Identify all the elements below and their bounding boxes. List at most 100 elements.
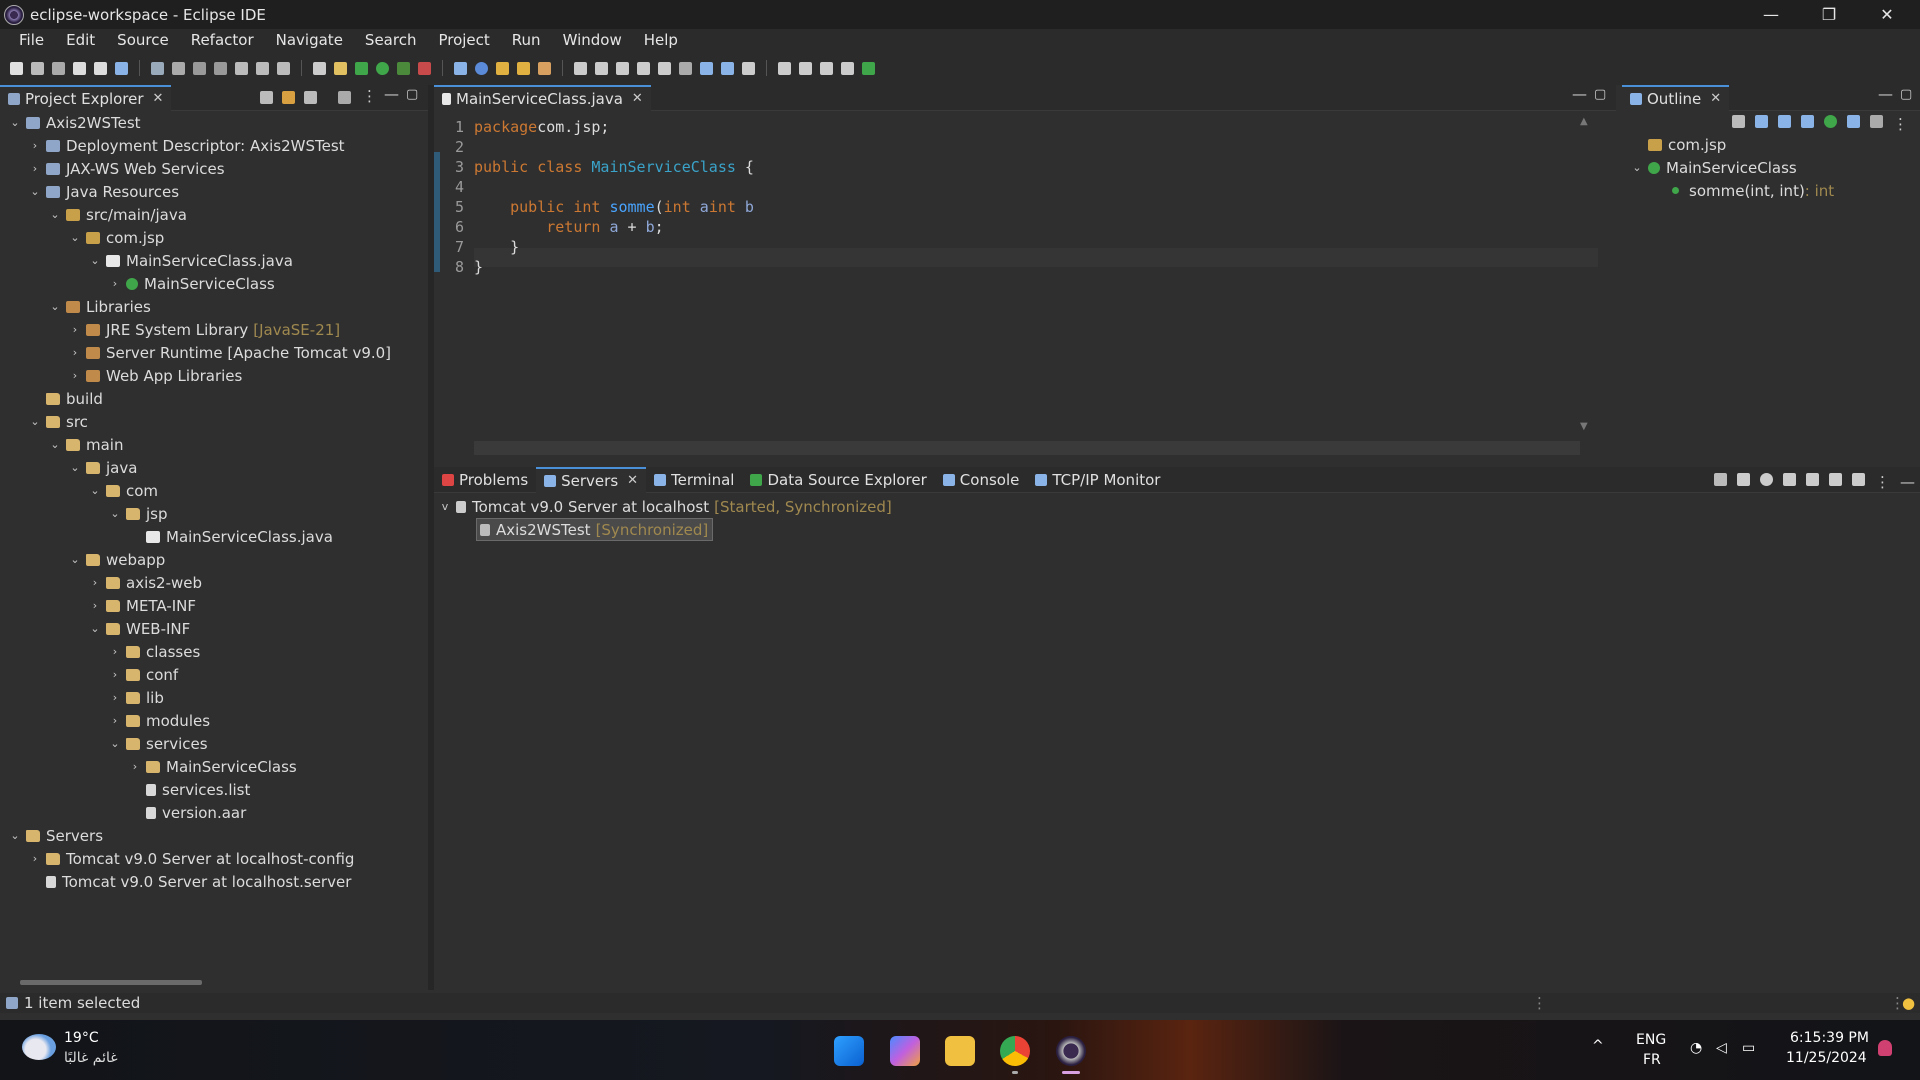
perspective-icon[interactable]	[862, 61, 875, 75]
chevron-right-icon[interactable]: ›	[108, 714, 122, 727]
tree-item[interactable]: build	[28, 387, 103, 410]
tree-item[interactable]: › conf	[108, 663, 178, 686]
tab-servers[interactable]: Servers ✕	[536, 466, 647, 493]
hide-fields-icon[interactable]	[1778, 115, 1791, 128]
step-over-icon[interactable]	[256, 61, 269, 75]
pin-icon[interactable]	[778, 61, 791, 75]
tree-item[interactable]: ⌄ Java Resources	[28, 180, 179, 203]
scroll-down-icon[interactable]: ▼	[1580, 421, 1590, 432]
tree-item[interactable]: ⌄ Libraries	[48, 295, 150, 318]
chevron-down-icon[interactable]: ⌄	[68, 231, 82, 244]
lang-primary[interactable]: ENG	[1636, 1032, 1666, 1048]
chevron-down-icon[interactable]: ⌄	[68, 553, 82, 566]
maximize-editor-icon[interactable]: ▢	[1594, 87, 1606, 102]
view-menu-icon[interactable]: ⋮	[1893, 115, 1908, 133]
horizontal-scrollbar[interactable]	[20, 980, 202, 985]
chevron-down-icon[interactable]: ⌄	[88, 484, 102, 497]
chevron-up-icon[interactable]: ^	[1592, 1038, 1604, 1054]
menu-navigate[interactable]: Navigate	[265, 31, 354, 49]
collapse-all-icon[interactable]	[1714, 473, 1727, 486]
tree-item[interactable]: ⌄ java	[68, 456, 137, 479]
copilot-icon[interactable]	[890, 1036, 920, 1066]
clock-date[interactable]: 11/25/2024	[1786, 1050, 1867, 1066]
start-windows-icon[interactable]	[834, 1036, 864, 1066]
annotation-icon[interactable]	[700, 61, 713, 75]
profile-server-icon[interactable]	[1783, 473, 1796, 486]
focus-icon[interactable]	[338, 91, 351, 104]
menu-run[interactable]: Run	[501, 31, 552, 49]
hide-static-icon[interactable]	[1801, 115, 1814, 128]
chevron-right-icon[interactable]: ›	[108, 691, 122, 704]
code-line[interactable]: }	[474, 238, 519, 256]
close-tab-icon[interactable]: ✕	[1710, 91, 1721, 106]
menu-edit[interactable]: Edit	[55, 31, 106, 49]
tree-item[interactable]: › lib	[108, 686, 164, 709]
chevron-right-icon[interactable]: ›	[108, 668, 122, 681]
publish-icon[interactable]	[1829, 473, 1842, 486]
open-console-icon[interactable]	[313, 61, 326, 75]
minimize-view-icon[interactable]: —	[1900, 473, 1915, 491]
stop-server-icon[interactable]	[1806, 473, 1819, 486]
coverage-icon[interactable]	[397, 61, 410, 75]
maximize-view-icon[interactable]: ▢	[406, 87, 418, 102]
disconnect-icon[interactable]	[214, 61, 227, 75]
chevron-right-icon[interactable]: ›	[28, 139, 42, 152]
close-tab-icon[interactable]: ✕	[627, 473, 638, 488]
code-area[interactable]: 1 packagecom.jsp; 2 3 public class MainServi…	[434, 112, 1594, 432]
volume-icon[interactable]: ◁	[1716, 1040, 1727, 1056]
pilcrow-icon[interactable]	[679, 61, 692, 75]
restore-button[interactable]: ❐	[1800, 0, 1858, 29]
tree-item[interactable]: ⌄ main	[48, 433, 123, 456]
chevron-right-icon[interactable]: ›	[88, 599, 102, 612]
tree-item[interactable]: ⌄ com	[88, 479, 158, 502]
menu-search[interactable]: Search	[354, 31, 428, 49]
tree-item[interactable]: ⌄ src/main/java	[48, 203, 187, 226]
tree-item[interactable]: ⌄ jsp	[108, 502, 167, 525]
chrome-icon[interactable]	[1000, 1036, 1030, 1066]
view-menu-icon[interactable]: ⋮	[362, 87, 377, 105]
chevron-down-icon[interactable]: ⌄	[108, 507, 122, 520]
debug-server-icon[interactable]	[1737, 473, 1750, 486]
code-line[interactable]: }	[474, 258, 483, 276]
menu-window[interactable]: Window	[552, 31, 633, 49]
tree-item[interactable]: MainServiceClass.java	[128, 525, 333, 548]
undo-icon[interactable]	[73, 61, 86, 75]
tab-problems[interactable]: Problems	[434, 467, 536, 493]
menu-refactor[interactable]: Refactor	[180, 31, 265, 49]
tree-item[interactable]: › JRE System Library [JavaSE-21]	[68, 318, 340, 341]
chevron-right-icon[interactable]: ›	[88, 576, 102, 589]
outline-item[interactable]: com.jsp	[1630, 133, 1726, 156]
close-window-button[interactable]: ✕	[1858, 0, 1916, 29]
tree-item[interactable]: version.aar	[128, 801, 246, 824]
tree-item[interactable]: › classes	[108, 640, 200, 663]
terminate-icon[interactable]	[193, 61, 206, 75]
step-return-icon[interactable]	[277, 61, 290, 75]
collapse-all-icon[interactable]	[260, 91, 273, 104]
redo-icon[interactable]	[94, 61, 107, 75]
wifi-icon[interactable]: ◔	[1690, 1040, 1702, 1056]
menu-source[interactable]: Source	[106, 31, 180, 49]
battery-icon[interactable]: ▭	[1742, 1040, 1755, 1056]
collapse-all-icon[interactable]	[1732, 115, 1745, 128]
save-all-icon[interactable]	[52, 61, 65, 75]
tab-console[interactable]: Console	[935, 467, 1028, 493]
menu-file[interactable]: File	[8, 31, 55, 49]
scroll-up-icon[interactable]: ▲	[1580, 116, 1590, 127]
chevron-right-icon[interactable]: ›	[28, 162, 42, 175]
tree-item[interactable]: › META-INF	[88, 594, 196, 617]
editor-h-scrollbar[interactable]	[474, 441, 1580, 455]
hide-nonpublic-icon[interactable]	[1824, 115, 1837, 128]
weather-icon[interactable]	[22, 1034, 56, 1060]
chevron-right-icon[interactable]: ›	[68, 369, 82, 382]
toggle-mark-icon[interactable]	[574, 61, 587, 75]
tree-item[interactable]: › Deployment Descriptor: Axis2WSTest	[28, 134, 345, 157]
chevron-down-icon[interactable]: ⌄	[8, 829, 22, 842]
chevron-down-icon[interactable]: ⌄	[28, 415, 42, 428]
tree-item[interactable]: ⌄ src	[28, 410, 88, 433]
step-into-icon[interactable]	[235, 61, 248, 75]
tree-item[interactable]: Tomcat v9.0 Server at localhost.server	[28, 870, 351, 893]
code-line[interactable]: public int somme(int aint b	[474, 198, 754, 216]
tree-item[interactable]: services.list	[128, 778, 250, 801]
word-wrap-icon[interactable]	[637, 61, 650, 75]
file-explorer-icon[interactable]	[945, 1036, 975, 1066]
